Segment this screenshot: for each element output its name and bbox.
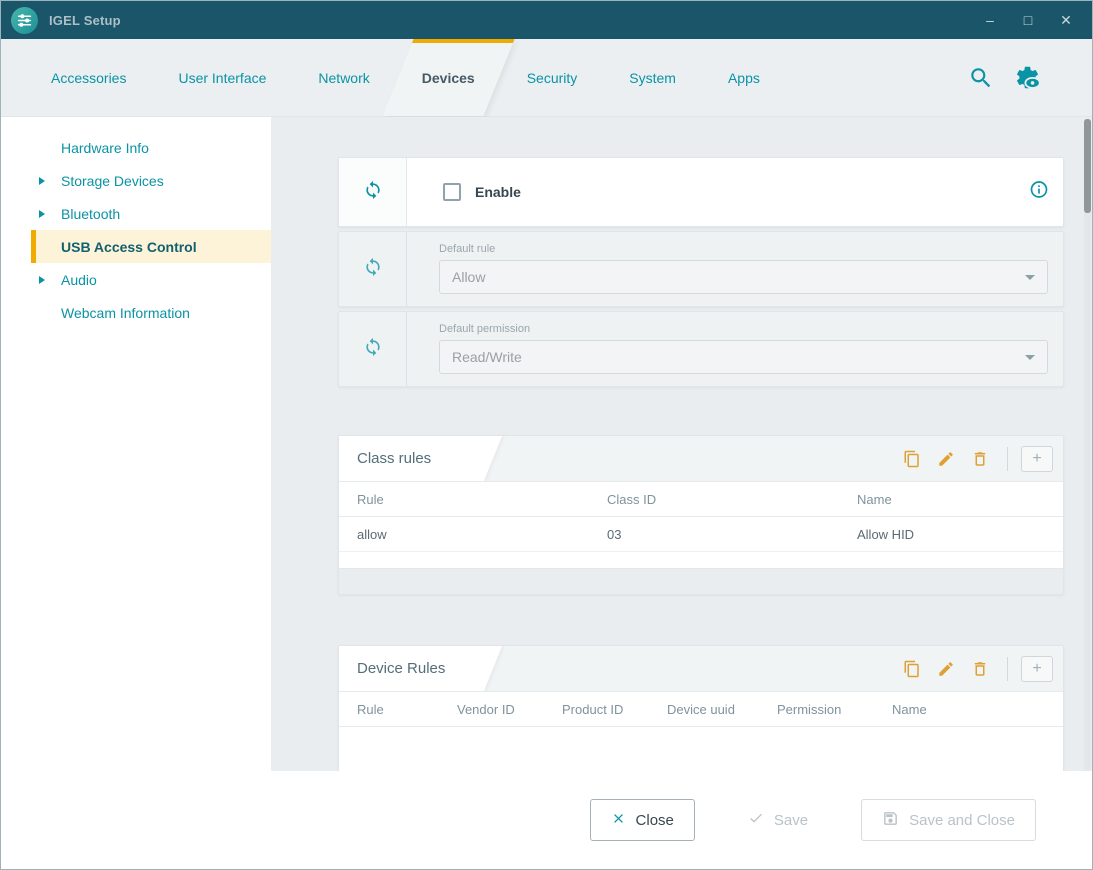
expand-arrow-icon[interactable] [39,210,45,218]
close-x-icon [611,811,626,830]
info-icon[interactable] [1029,180,1049,205]
save-and-close-button[interactable]: Save and Close [861,799,1036,841]
class-rules-header: Class rules + [339,436,1063,482]
sidebar-item-bluetooth[interactable]: Bluetooth [1,197,271,230]
scrollbar-thumb[interactable] [1084,119,1091,213]
expand-arrow-icon[interactable] [39,276,45,284]
delete-icon[interactable] [966,446,994,472]
scrollbar[interactable] [1084,119,1091,771]
reset-cell [339,158,407,226]
tab-network[interactable]: Network [292,39,395,116]
copy-icon[interactable] [898,446,926,472]
footer-bar: Close Save Save and Close [1,771,1092,869]
tab-bar: Accessories User Interface Network Devic… [1,39,1092,117]
table-row[interactable]: allow 03 Allow HID [339,517,1063,552]
divider [1007,447,1008,471]
reset-cell [339,232,407,306]
copy-icon[interactable] [898,656,926,682]
window-controls: – □ ✕ [974,7,1082,33]
default-permission-value: Read/Write [452,349,522,365]
default-permission-label: Default permission [439,323,1048,335]
search-icon[interactable] [966,63,996,93]
settings-eye-icon[interactable] [1012,63,1042,93]
igel-logo-icon [11,7,38,34]
edit-icon[interactable] [932,446,960,472]
dropdown-caret-icon [1025,275,1035,280]
enable-label: Enable [475,184,521,200]
tab-user-interface[interactable]: User Interface [152,39,292,116]
close-window-icon[interactable]: ✕ [1050,7,1082,33]
divider [1007,657,1008,681]
device-rules-card: Device Rules + [338,645,1064,773]
class-rules-footer [339,568,1063,594]
dropdown-caret-icon [1025,355,1035,360]
class-rules-column-headers: Rule Class ID Name [339,482,1063,517]
class-rules-card: Class rules + [338,435,1064,595]
tab-security[interactable]: Security [501,39,604,116]
sync-icon[interactable] [363,180,383,205]
default-rule-value: Allow [452,269,485,285]
tab-apps[interactable]: Apps [702,39,786,116]
content-area: Hardware Info Storage Devices Bluetooth … [1,117,1092,773]
edit-icon[interactable] [932,656,960,682]
enable-row: Enable [443,158,1063,226]
default-rule-label: Default rule [439,243,1048,255]
enable-card: Enable [338,157,1064,227]
check-icon [748,810,764,830]
device-rules-header: Device Rules + [339,646,1063,692]
igel-setup-window: IGEL Setup – □ ✕ Accessories User Interf… [0,0,1093,870]
sync-icon[interactable] [363,257,383,282]
sidebar-item-usb-access-control[interactable]: USB Access Control [1,230,271,263]
device-rules-title: Device Rules [357,660,445,677]
save-button[interactable]: Save [727,799,829,841]
title-bar: IGEL Setup – □ ✕ [1,1,1092,39]
save-floppy-icon [882,810,899,831]
default-permission-select[interactable]: Read/Write [439,340,1048,374]
default-permission-card: Default permission Read/Write [338,311,1064,387]
tab-system[interactable]: System [603,39,702,116]
enable-checkbox[interactable] [443,183,461,201]
sidebar-item-webcam-information[interactable]: Webcam Information [1,296,271,329]
window-title: IGEL Setup [49,13,121,28]
class-rules-title: Class rules [357,450,431,467]
add-class-rule-button[interactable]: + [1021,446,1053,472]
tab-accessories[interactable]: Accessories [25,39,152,116]
device-rules-column-headers: Rule Vendor ID Product ID Device uuid Pe… [339,692,1063,727]
tab-devices[interactable]: Devices [396,39,501,116]
default-rule-card: Default rule Allow [338,231,1064,307]
minimize-icon[interactable]: – [974,7,1006,33]
sidebar-item-hardware-info[interactable]: Hardware Info [1,131,271,164]
reset-cell [339,312,407,386]
close-button[interactable]: Close [590,799,695,841]
maximize-icon[interactable]: □ [1012,7,1044,33]
sidebar: Hardware Info Storage Devices Bluetooth … [1,117,271,773]
sidebar-item-audio[interactable]: Audio [1,263,271,296]
sidebar-item-storage-devices[interactable]: Storage Devices [1,164,271,197]
add-device-rule-button[interactable]: + [1021,656,1053,682]
delete-icon[interactable] [966,656,994,682]
default-rule-select[interactable]: Allow [439,260,1048,294]
expand-arrow-icon[interactable] [39,177,45,185]
sync-icon[interactable] [363,337,383,362]
usb-access-control-panel: Enable Default rule Allow [271,117,1092,773]
